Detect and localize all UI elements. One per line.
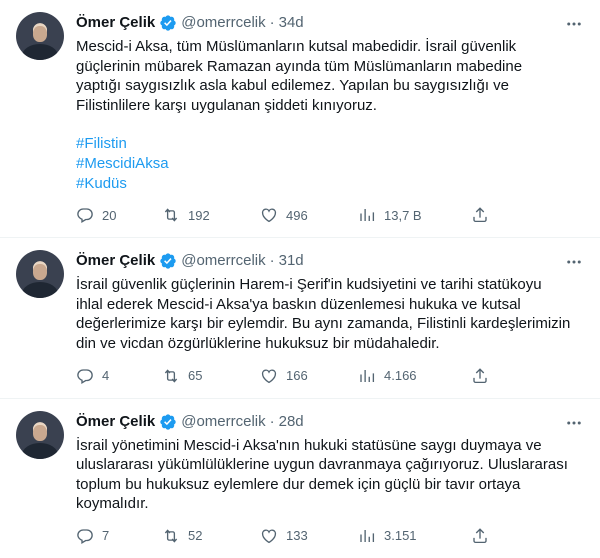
tweet-header: Ömer Çelik @omerrcelik · 28d xyxy=(76,411,584,433)
views-count: 4.166 xyxy=(384,368,417,384)
retweet-count: 65 xyxy=(188,368,203,384)
views-button[interactable]: 13,7 B xyxy=(358,206,471,224)
author-handle[interactable]: @omerrcelik xyxy=(181,251,265,271)
like-count: 166 xyxy=(286,368,308,384)
like-button[interactable]: 166 xyxy=(260,367,358,385)
views-button[interactable]: 4.166 xyxy=(358,367,471,385)
retweet-icon xyxy=(164,208,178,222)
like-button[interactable]: 496 xyxy=(260,206,358,224)
heart-icon xyxy=(261,208,277,223)
more-icon[interactable] xyxy=(564,252,584,272)
tweet-text: İsrail yönetimini Mescid-i Aksa'nın huku… xyxy=(76,436,568,513)
separator-dot: · xyxy=(269,412,275,430)
heart-icon xyxy=(261,369,277,383)
timestamp[interactable]: 28d xyxy=(279,412,304,432)
avatar[interactable] xyxy=(16,410,64,459)
separator-dot: · xyxy=(269,252,275,270)
tweet-header: Ömer Çelik @omerrcelik · 31d xyxy=(76,250,584,272)
tweet[interactable]: Ömer Çelik @omerrcelik · 34d Mescid-i Ak… xyxy=(0,0,600,239)
more-icon[interactable] xyxy=(564,14,584,34)
reply-count: 7 xyxy=(102,528,110,544)
views-icon xyxy=(360,529,375,542)
retweet-icon xyxy=(164,368,178,383)
share-icon xyxy=(473,367,487,383)
author-name[interactable]: Ömer Çelik xyxy=(76,251,155,271)
reply-icon xyxy=(77,368,93,384)
views-icon xyxy=(360,209,375,222)
hashtag-list: #Filistin #MescidiAksa #Kudüs xyxy=(76,134,584,193)
share-button[interactable] xyxy=(471,527,491,545)
hashtag-link[interactable]: #Kudüs xyxy=(76,174,584,194)
tweet-actions: 7 52 133 3.151 xyxy=(76,526,584,546)
share-icon xyxy=(473,207,487,223)
retweet-button[interactable]: 52 xyxy=(162,527,260,545)
tweet-header: Ömer Çelik @omerrcelik · 34d xyxy=(76,12,584,34)
reply-icon xyxy=(77,529,93,544)
retweet-button[interactable]: 192 xyxy=(162,206,260,224)
views-count: 3.151 xyxy=(384,528,417,544)
like-button[interactable]: 133 xyxy=(260,527,358,545)
like-count: 496 xyxy=(286,207,308,223)
retweet-count: 192 xyxy=(188,207,210,223)
verified-badge-icon xyxy=(160,15,176,31)
heart-icon xyxy=(261,529,277,544)
avatar[interactable] xyxy=(16,12,64,60)
more-icon[interactable] xyxy=(564,413,584,433)
avatar[interactable] xyxy=(16,250,64,299)
tweet-actions: 20 192 496 13,7 B xyxy=(76,205,584,225)
share-button[interactable] xyxy=(471,367,491,385)
reply-button[interactable]: 7 xyxy=(76,527,162,545)
author-handle[interactable]: @omerrcelik xyxy=(181,13,265,33)
timestamp[interactable]: 34d xyxy=(279,13,304,33)
views-count: 13,7 B xyxy=(384,207,422,223)
separator-dot: · xyxy=(269,14,275,31)
retweet-count: 52 xyxy=(188,528,203,544)
verified-badge-icon xyxy=(160,413,176,430)
reply-count: 4 xyxy=(102,368,110,384)
reply-button[interactable]: 4 xyxy=(76,367,162,385)
tweet[interactable]: Ömer Çelik @omerrcelik · 31d İsrail güve… xyxy=(0,238,600,399)
tweet-text: Mescid-i Aksa, tüm Müslümanların kutsal … xyxy=(76,38,523,114)
tweet-actions: 4 65 166 4.166 xyxy=(76,366,584,386)
tweet[interactable]: Ömer Çelik @omerrcelik · 28d İsrail yöne… xyxy=(0,399,600,558)
hashtag-link[interactable]: #MescidiAksa xyxy=(76,154,584,174)
verified-badge-icon xyxy=(160,253,176,269)
retweet-icon xyxy=(164,529,178,543)
tweet-feed: Ömer Çelik @omerrcelik · 34d Mescid-i Ak… xyxy=(0,0,600,558)
author-name[interactable]: Ömer Çelik xyxy=(76,412,155,432)
share-icon xyxy=(473,528,487,543)
timestamp[interactable]: 31d xyxy=(279,251,304,271)
share-button[interactable] xyxy=(471,206,491,224)
like-count: 133 xyxy=(286,528,308,544)
reply-count: 20 xyxy=(102,207,117,223)
retweet-button[interactable]: 65 xyxy=(162,367,260,385)
hashtag-link[interactable]: #Filistin xyxy=(76,134,584,154)
views-icon xyxy=(360,369,375,382)
tweet-text: İsrail güvenlik güçlerinin Harem-i Şerif… xyxy=(76,276,571,352)
author-name[interactable]: Ömer Çelik xyxy=(76,13,155,33)
reply-icon xyxy=(77,208,93,224)
views-button[interactable]: 3.151 xyxy=(358,527,471,545)
author-handle[interactable]: @omerrcelik xyxy=(181,412,265,432)
reply-button[interactable]: 20 xyxy=(76,206,162,224)
